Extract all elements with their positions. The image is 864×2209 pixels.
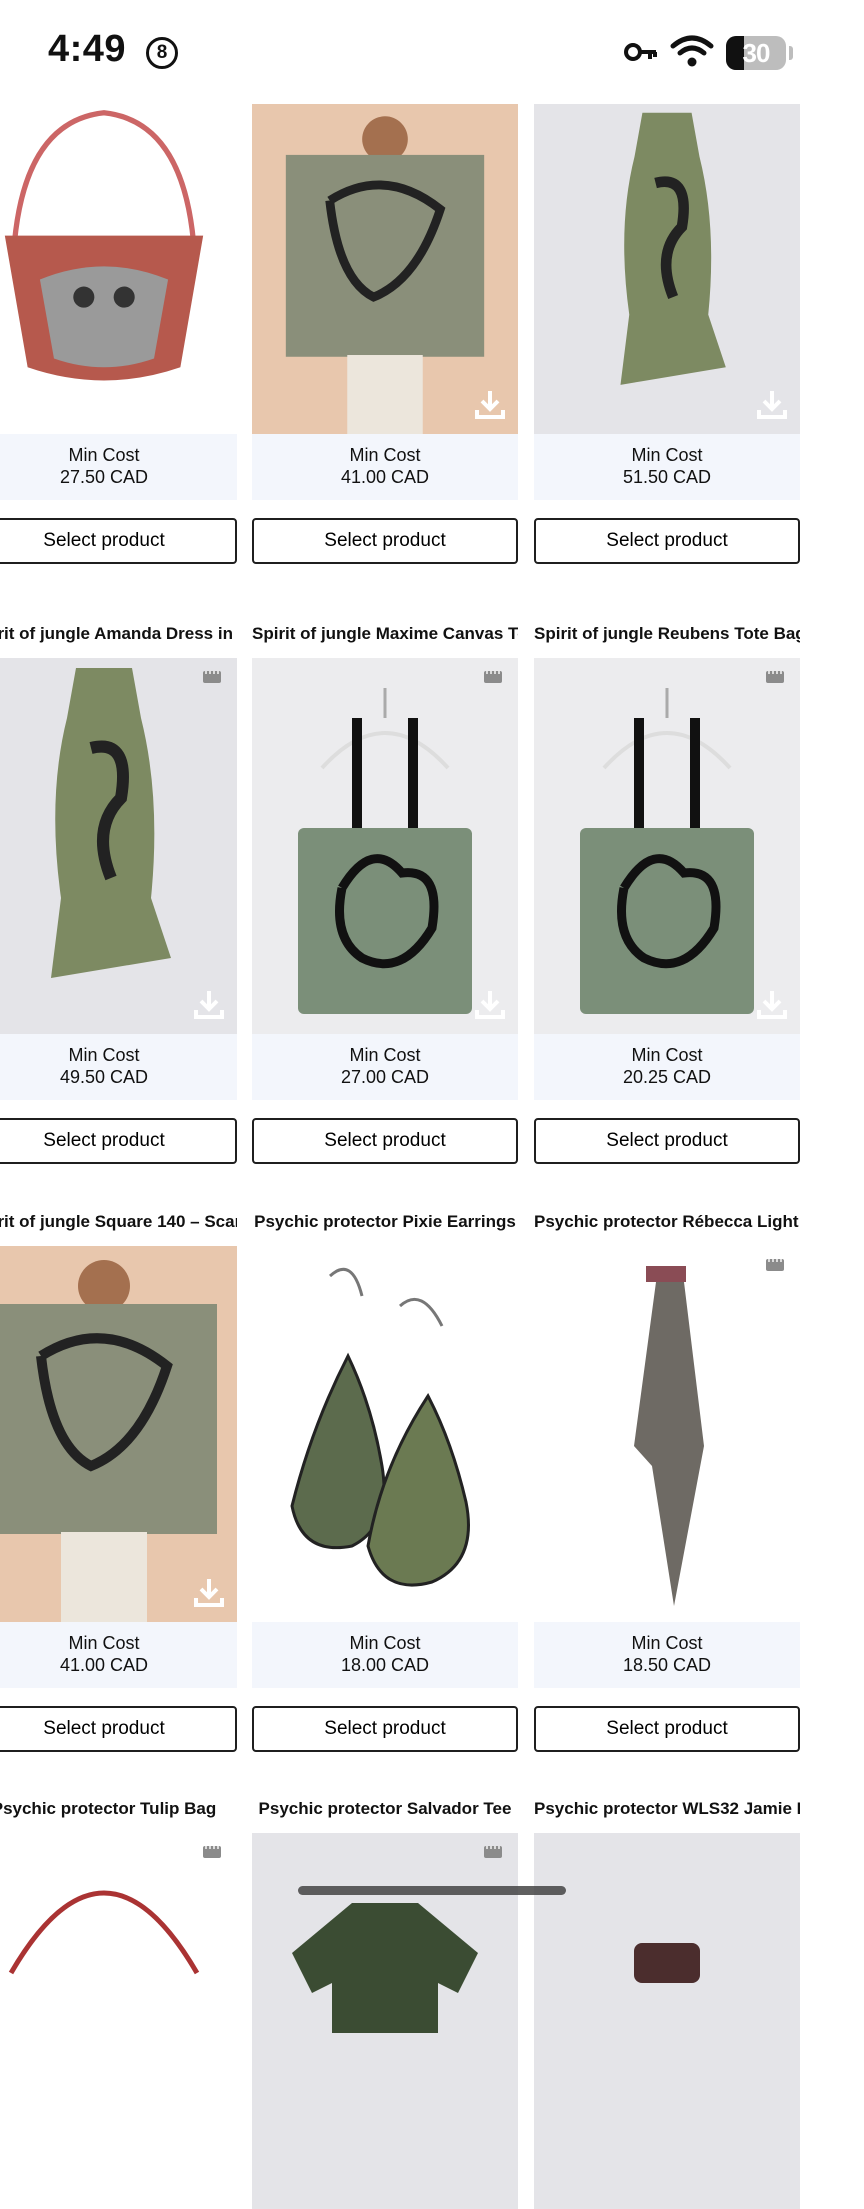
price-value: 18.50 CAD xyxy=(622,1655,712,1675)
price-box: Min Cost 20.25 CAD xyxy=(534,1034,800,1100)
price-value: 27.50 CAD xyxy=(59,467,149,487)
download-icon[interactable] xyxy=(756,388,788,420)
product-title[interactable]: Psychic protector WLS32 Jamie Black xyxy=(534,1795,800,1823)
product-image[interactable] xyxy=(534,1246,800,1622)
product-image[interactable] xyxy=(0,658,237,1034)
download-icon[interactable] xyxy=(474,388,506,420)
product-image[interactable] xyxy=(0,1246,237,1622)
tote-bag-icon xyxy=(534,658,800,1034)
price-box: Min Cost 27.00 CAD xyxy=(252,1034,518,1100)
min-cost-label: Min Cost xyxy=(349,1633,421,1653)
price-value: 20.25 CAD xyxy=(622,1067,712,1087)
price-value: 51.50 CAD xyxy=(622,467,712,487)
download-icon[interactable] xyxy=(193,988,225,1020)
item-icon xyxy=(534,1833,800,2209)
skinny-scarf-icon xyxy=(534,1246,800,1622)
price-box: Min Cost 41.00 CAD xyxy=(252,434,518,500)
download-icon[interactable] xyxy=(474,988,506,1020)
select-product-button[interactable]: Select product xyxy=(252,518,518,564)
select-product-button[interactable]: Select product xyxy=(0,1118,237,1164)
price-value: 18.00 CAD xyxy=(340,1655,430,1675)
video-icon xyxy=(203,670,221,684)
select-product-button[interactable]: Select product xyxy=(252,1706,518,1752)
select-product-button[interactable]: Select product xyxy=(534,518,800,564)
price-value: 41.00 CAD xyxy=(59,1655,149,1675)
price-box: Min Cost 18.00 CAD xyxy=(252,1622,518,1688)
product-title[interactable]: Psychic protector Tulip Bag xyxy=(0,1795,237,1823)
select-product-button[interactable]: Select product xyxy=(0,1706,237,1752)
min-cost-label: Min Cost xyxy=(349,1045,421,1065)
price-value: 49.50 CAD xyxy=(59,1067,149,1087)
video-icon xyxy=(484,670,502,684)
download-icon[interactable] xyxy=(193,1576,225,1608)
min-cost-label: Min Cost xyxy=(68,1633,140,1653)
product-title[interactable]: Psychic protector Salvador Tee xyxy=(252,1795,518,1823)
product-image[interactable] xyxy=(0,104,237,434)
product-title[interactable]: Spirit of jungle Amanda Dress in Scuba xyxy=(0,620,237,648)
bag-strap-icon xyxy=(0,1833,237,2209)
product-title[interactable]: Spirit of jungle Reubens Tote Bag xyxy=(534,620,800,648)
dress-icon xyxy=(534,104,800,434)
product-image[interactable] xyxy=(534,1833,800,2209)
product-image[interactable] xyxy=(252,104,518,434)
video-icon xyxy=(203,1845,221,1859)
product-title[interactable]: Psychic protector Rébecca Light Drape xyxy=(534,1208,800,1236)
download-icon[interactable] xyxy=(756,988,788,1020)
price-box: Min Cost 41.00 CAD xyxy=(0,1622,237,1688)
product-title[interactable]: Psychic protector Pixie Earrings xyxy=(252,1208,518,1236)
min-cost-label: Min Cost xyxy=(349,445,421,465)
min-cost-label: Min Cost xyxy=(68,445,140,465)
price-box: Min Cost 49.50 CAD xyxy=(0,1034,237,1100)
select-product-button[interactable]: Select product xyxy=(0,518,237,564)
product-image[interactable] xyxy=(252,658,518,1034)
video-icon xyxy=(484,1845,502,1859)
tote-bag-icon xyxy=(252,658,518,1034)
product-image[interactable] xyxy=(0,1833,237,2209)
min-cost-label: Min Cost xyxy=(631,445,703,465)
dress-icon xyxy=(0,658,237,1034)
product-image[interactable] xyxy=(252,1246,518,1622)
hobo-bag-icon xyxy=(0,104,237,434)
select-product-button[interactable]: Select product xyxy=(252,1118,518,1164)
product-title[interactable]: Spirit of jungle Maxime Canvas Tote xyxy=(252,620,518,648)
video-icon xyxy=(766,670,784,684)
scarf-model-icon xyxy=(252,104,518,434)
price-box: Min Cost 18.50 CAD xyxy=(534,1622,800,1688)
home-indicator[interactable] xyxy=(298,1886,566,1895)
select-product-button[interactable]: Select product xyxy=(534,1118,800,1164)
price-box: Min Cost 27.50 CAD xyxy=(0,434,237,500)
price-value: 41.00 CAD xyxy=(340,467,430,487)
min-cost-label: Min Cost xyxy=(68,1045,140,1065)
min-cost-label: Min Cost xyxy=(631,1633,703,1653)
select-product-button[interactable]: Select product xyxy=(534,1706,800,1752)
price-value: 27.00 CAD xyxy=(340,1067,430,1087)
price-box: Min Cost 51.50 CAD xyxy=(534,434,800,500)
scarf-model-icon xyxy=(0,1246,237,1622)
product-image[interactable] xyxy=(534,658,800,1034)
earrings-icon xyxy=(252,1246,518,1622)
video-icon xyxy=(766,1258,784,1272)
product-grid: Min Cost 27.50 CAD Select product Min Cost 4… xyxy=(0,0,864,2209)
product-image[interactable] xyxy=(534,104,800,434)
min-cost-label: Min Cost xyxy=(631,1045,703,1065)
product-title[interactable]: Spirit of jungle Square 140 – Scarf & Pa… xyxy=(0,1208,237,1236)
